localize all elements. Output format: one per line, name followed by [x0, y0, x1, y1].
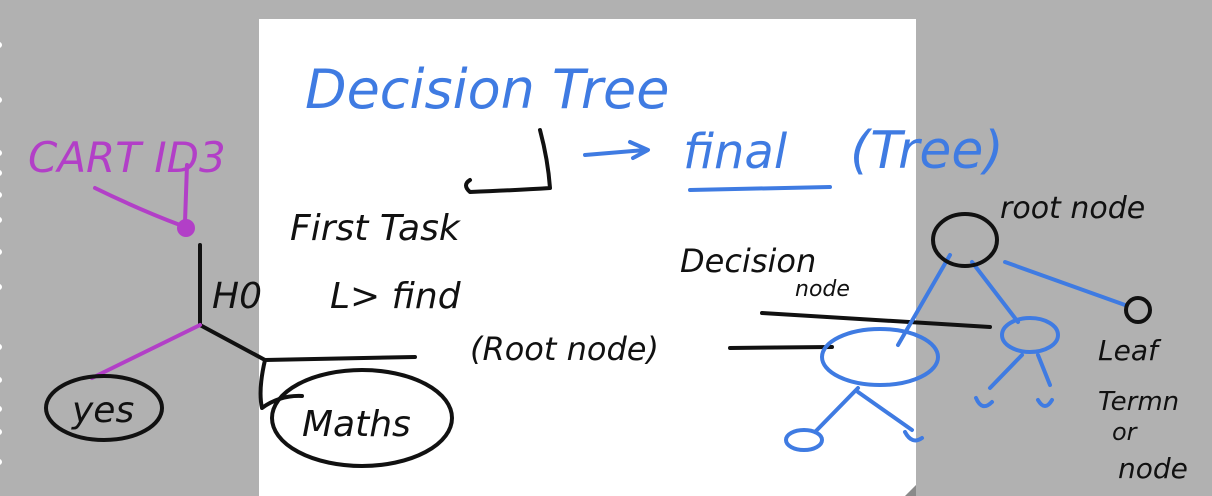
maths-text: Maths [302, 404, 411, 445]
leaf-right-1 [974, 396, 994, 409]
root-branches [896, 253, 1127, 347]
left-margin-dots [0, 42, 2, 465]
yes-text: yes [71, 390, 134, 431]
root-node-paren: (Root node) [470, 330, 659, 368]
node-label: node [795, 277, 850, 302]
first-task: First Task [290, 208, 462, 249]
h0-label: H0 [212, 276, 262, 317]
leaf-label-1: Leaf [1098, 334, 1162, 367]
purple-root-dot [177, 219, 195, 237]
whiteboard-canvas: Decision Tree final (Tree) First Task L>… [0, 19, 1188, 496]
branch-to-yes [90, 323, 202, 380]
decision-label: Decision [680, 242, 816, 280]
title-decision-tree: Decision Tree [305, 58, 670, 121]
root-node-circle [931, 212, 999, 268]
leaf-label-2: Termn [1098, 387, 1179, 417]
right-node-ellipse [1000, 316, 1060, 354]
leaf-label-3: or [1112, 418, 1139, 446]
algos-label: CART ID3 [28, 133, 226, 182]
leaf-node-circle [1124, 296, 1152, 324]
pointer-line-2 [728, 345, 834, 350]
leaf-label-4: node [1118, 452, 1188, 485]
tree-paren-word: (Tree) [850, 121, 1004, 181]
leaf-right-2 [1036, 398, 1054, 408]
find-step: L> find [330, 276, 462, 317]
root-node-text: root node [1000, 191, 1145, 226]
final-word: final [683, 124, 788, 180]
right-children [988, 353, 1052, 390]
